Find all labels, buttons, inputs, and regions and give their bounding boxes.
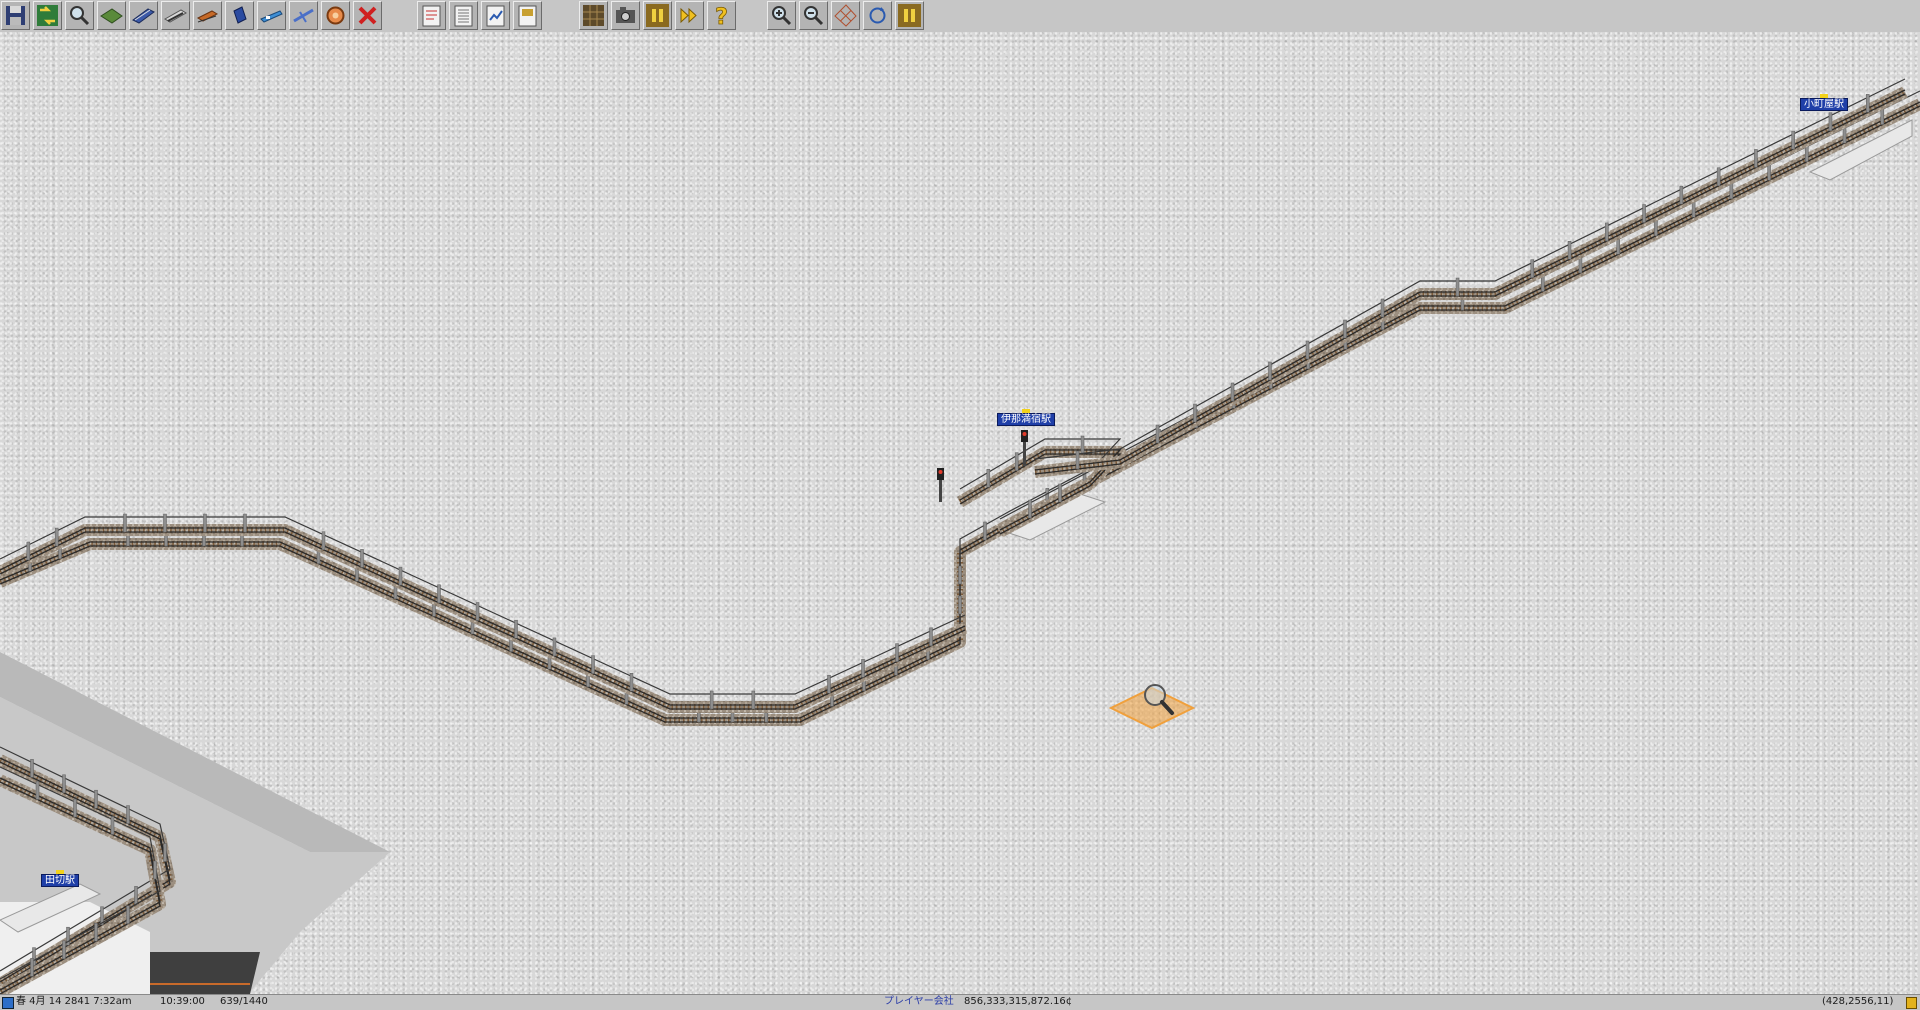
tile-coordinates: (428,2556,11) [1822,996,1894,1007]
zoom-in-button[interactable] [767,1,796,30]
station-sign[interactable]: 小町屋駅 [1800,94,1848,111]
settings-button[interactable] [33,1,62,30]
terrain-tool-icon [100,8,123,24]
player-money: 856,333,315,872.16¢ [964,996,1073,1007]
minimap-icon [583,5,604,26]
list-button[interactable] [449,1,478,30]
list-icon [454,5,473,27]
finance-icon [486,5,505,27]
monorail-tool-button[interactable] [161,1,190,30]
messages-button[interactable] [513,1,542,30]
grid-toggle-icon [834,4,857,27]
terrain-tool-button[interactable] [97,1,126,30]
game-map[interactable]: 伊那満宿駅 小町屋駅 田切駅 [0,32,1920,994]
rotate-view-button[interactable] [863,1,892,30]
tram-tool-icon [196,10,219,23]
game-date: 春 4月 14 2841 7:32am [16,996,132,1007]
status-bar: 春 4月 14 2841 7:32am 10:39:00 639/1440 プレ… [0,994,1920,1010]
save-icon [6,6,25,25]
station-sign[interactable]: 伊那満宿駅 [997,409,1055,426]
special-construction-button[interactable] [321,1,350,30]
main-line-track [1034,78,1908,478]
warning-icon [1906,997,1917,1009]
messages-icon [518,5,537,27]
season-icon [2,997,14,1009]
save-button[interactable] [1,1,30,30]
line-management-button[interactable] [417,1,446,30]
tram-tool-button[interactable] [193,1,222,30]
screenshot-icon [616,7,635,23]
airport-tool-icon [293,8,314,23]
settings-icon [37,5,58,26]
toolbar: ? [0,0,1920,33]
rotate-view-icon [869,7,886,24]
game-speed: 639/1440 [220,996,268,1007]
zoom-in-icon [772,6,792,26]
screenshot-button[interactable] [611,1,640,30]
monorail-tool-icon [164,9,187,23]
help-icon: ? [715,5,729,29]
query-tool-button[interactable] [65,1,94,30]
grid-toggle-button[interactable] [831,1,860,30]
query-tool-icon [70,6,90,26]
pause-icon [898,4,921,27]
rail-signal [937,468,944,502]
line-management-icon [422,5,441,27]
remove-tool-icon [358,6,377,25]
rail-tool-button[interactable] [129,1,158,30]
finance-button[interactable] [481,1,510,30]
station-sign[interactable]: 田切駅 [41,870,79,887]
ship-tool-button[interactable] [257,1,286,30]
minimap-button[interactable] [579,1,608,30]
svg-text:?: ? [715,5,728,29]
zoom-out-icon [804,6,824,26]
remove-tool-button[interactable] [353,1,382,30]
road-tool-button[interactable] [225,1,254,30]
pause-button[interactable] [643,1,672,30]
player-name[interactable]: プレイヤー会社 [884,995,954,1009]
fast-forward-button[interactable] [675,1,704,30]
ship-tool-icon [260,10,283,23]
road-tool-icon [233,6,247,24]
airport-tool-button[interactable] [289,1,318,30]
pause-icon [646,4,669,27]
game-clock: 10:39:00 [160,996,205,1007]
map-canvas[interactable] [0,32,1920,994]
pause-button[interactable] [895,1,924,30]
special-construction-icon [326,6,345,25]
help-button[interactable]: ? [707,1,736,30]
rail-tool-icon [132,8,155,24]
fast-forward-icon [680,7,697,24]
zoom-out-button[interactable] [799,1,828,30]
